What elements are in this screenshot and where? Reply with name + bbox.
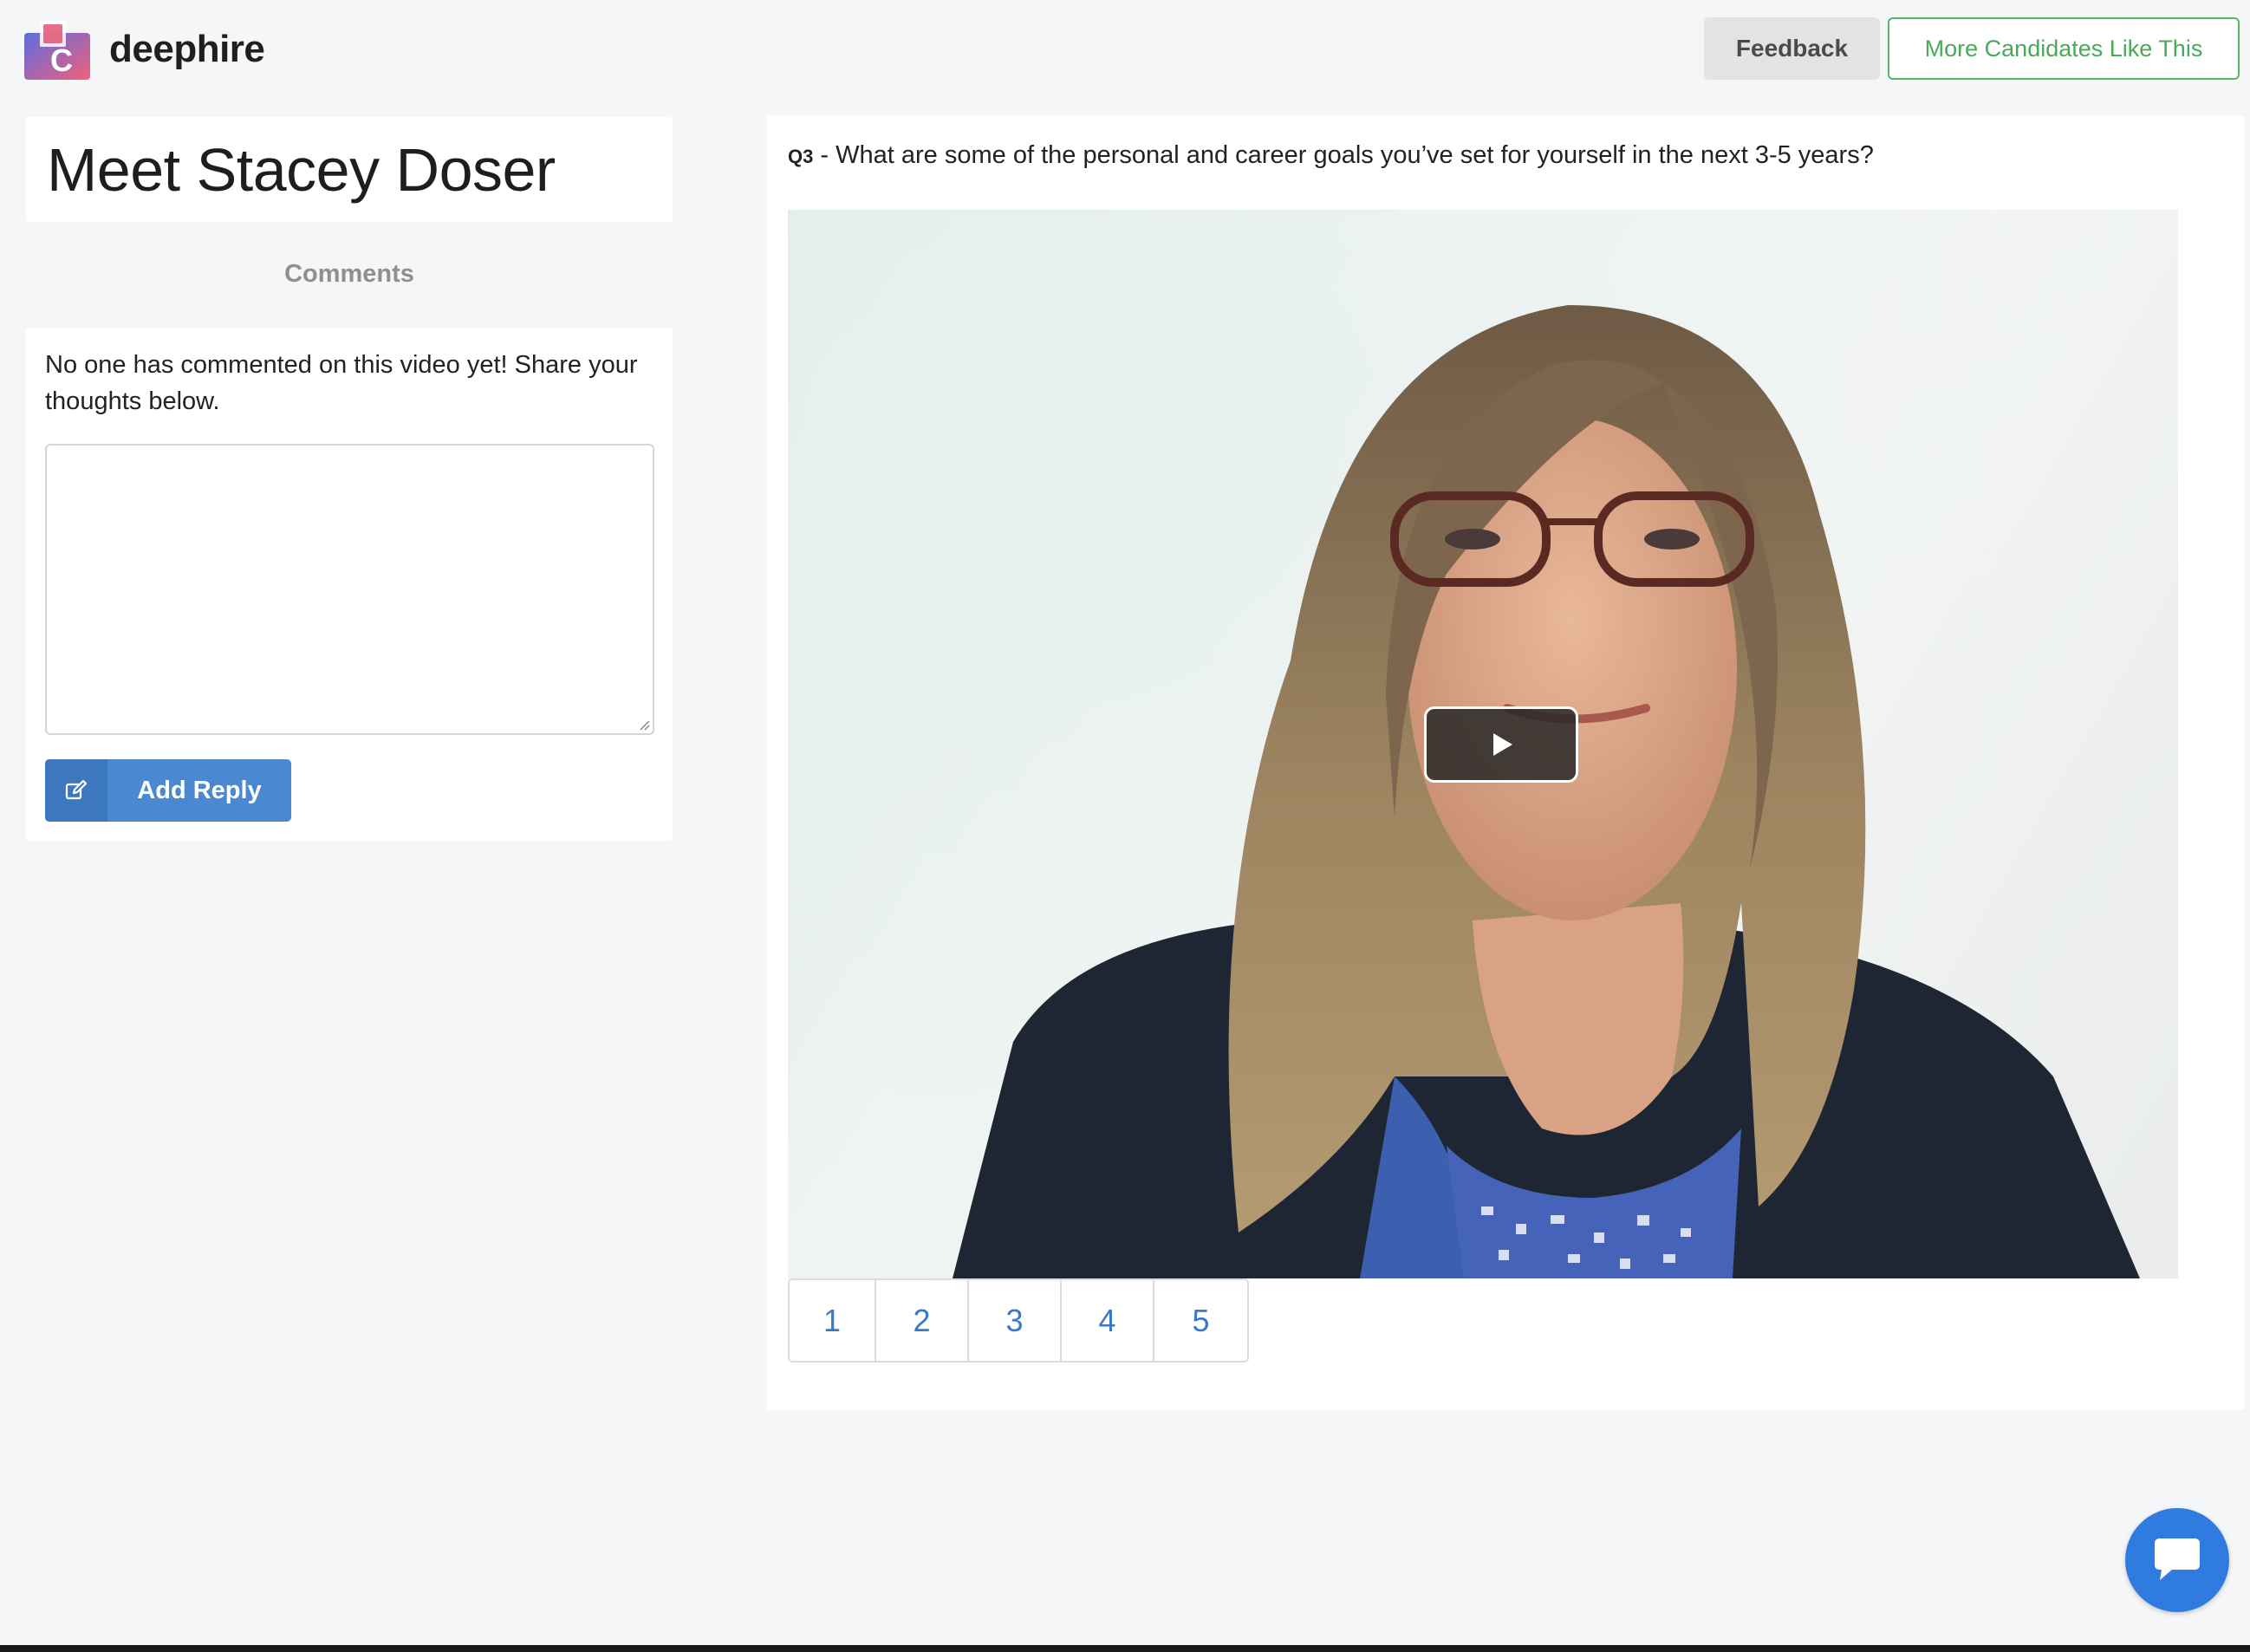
question-number: Q3: [788, 146, 814, 167]
video-panel: Q3 - What are some of the personal and c…: [767, 115, 2245, 1410]
chat-widget-button[interactable]: [2125, 1508, 2229, 1612]
window-bottom-edge: [0, 1645, 2250, 1652]
resize-grip-icon[interactable]: [638, 719, 650, 731]
reply-textarea[interactable]: [45, 444, 654, 735]
page-3[interactable]: 3: [969, 1280, 1062, 1361]
empty-comments-message: No one has commented on this video yet! …: [45, 351, 638, 415]
page-2[interactable]: 2: [876, 1280, 969, 1361]
question-line: Q3 - What are some of the personal and c…: [788, 141, 1874, 170]
edit-icon: [45, 759, 107, 822]
page-4[interactable]: 4: [1062, 1280, 1154, 1361]
page-title: Meet Stacey Doser: [47, 135, 556, 204]
deephire-logo-icon[interactable]: C: [24, 19, 90, 80]
svg-text:C: C: [50, 42, 73, 78]
page-1[interactable]: 1: [790, 1280, 876, 1361]
add-reply-label: Add Reply: [137, 776, 262, 804]
more-candidates-button[interactable]: More Candidates Like This: [1888, 17, 2240, 80]
chat-bubble-icon: [2155, 1538, 2200, 1580]
brand-name: deephire: [109, 28, 265, 70]
question-pagination: 1 2 3 4 5: [788, 1278, 1249, 1363]
question-separator: -: [813, 141, 836, 169]
feedback-button[interactable]: Feedback: [1704, 17, 1880, 80]
comments-panel: No one has commented on this video yet! …: [26, 328, 673, 841]
video-player[interactable]: [788, 210, 2178, 1278]
candidate-title-card: Meet Stacey Doser: [26, 117, 673, 222]
comments-heading: Comments: [284, 260, 414, 288]
add-reply-button[interactable]: Add Reply: [45, 759, 291, 822]
question-text: What are some of the personal and career…: [836, 141, 1874, 169]
page-5[interactable]: 5: [1154, 1280, 1247, 1361]
top-bar: C deephire Feedback More Candidates Like…: [0, 0, 2250, 104]
play-button[interactable]: [1424, 706, 1578, 783]
play-icon: [1493, 733, 1512, 756]
